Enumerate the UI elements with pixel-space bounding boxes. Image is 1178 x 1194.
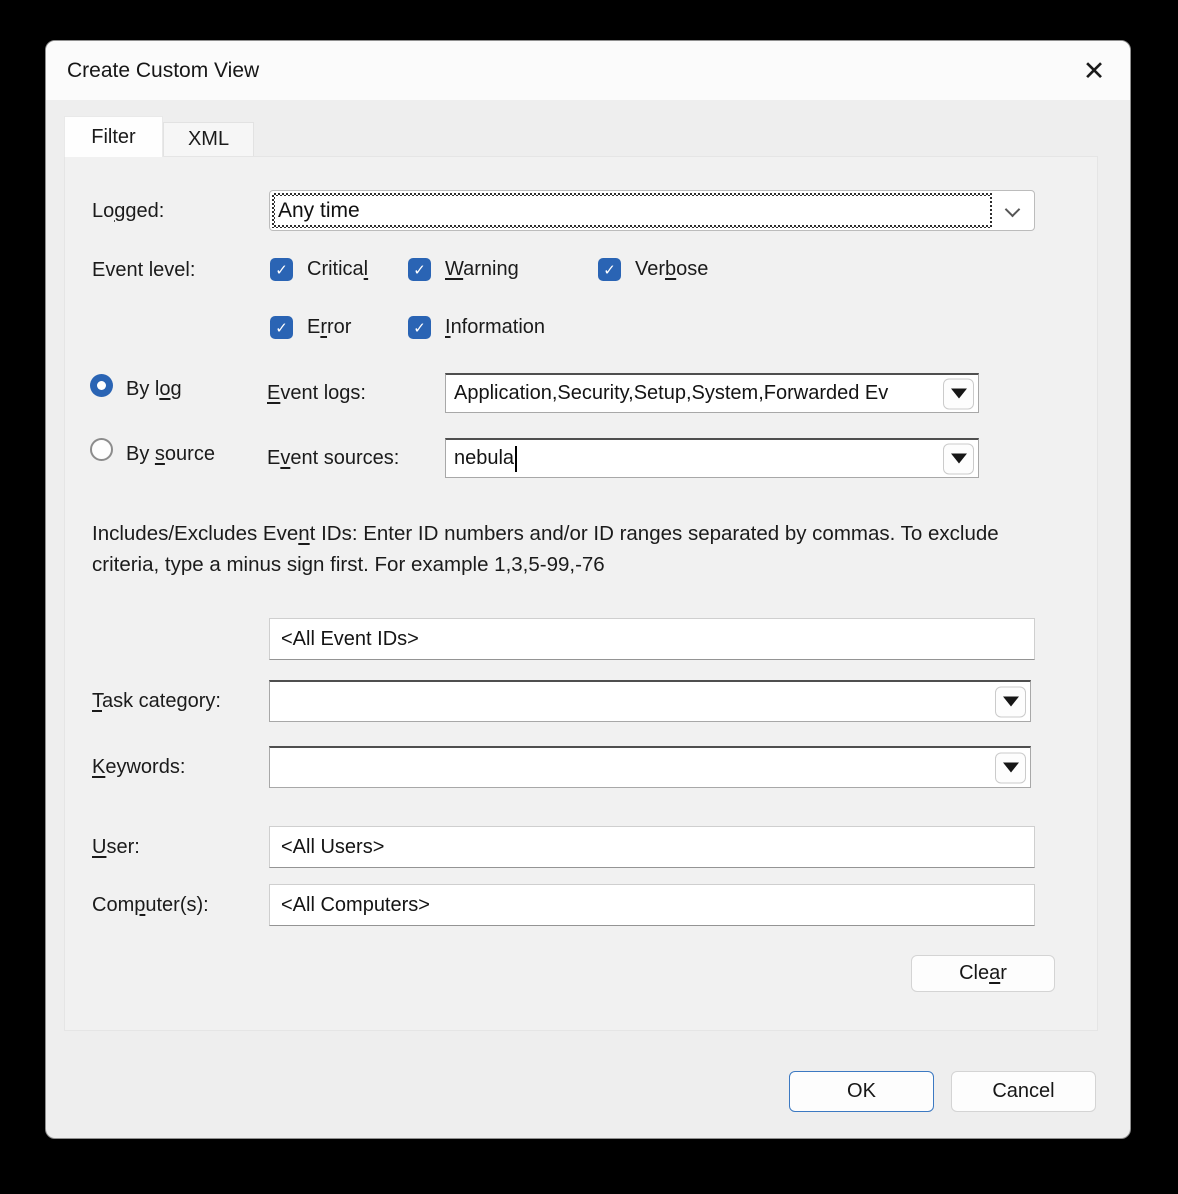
clear-button-label: Clear bbox=[959, 962, 1007, 985]
cancel-button[interactable]: Cancel bbox=[951, 1071, 1096, 1112]
checkbox-checked-icon: ✓ bbox=[408, 258, 431, 281]
computers-label: Computer(s): bbox=[92, 893, 209, 917]
checkbox-checked-icon: ✓ bbox=[408, 316, 431, 339]
logged-value: Any time bbox=[275, 196, 990, 225]
checkbox-checked-icon: ✓ bbox=[270, 258, 293, 281]
user-label: User: bbox=[92, 835, 140, 859]
event-sources-label: Event sources: bbox=[267, 446, 399, 470]
task-category-field[interactable] bbox=[269, 680, 1031, 722]
event-logs-label: Event logs: bbox=[267, 381, 366, 405]
checkbox-warning[interactable]: ✓ Warning bbox=[408, 258, 519, 281]
ok-button-label: OK bbox=[847, 1080, 876, 1103]
titlebar: Create Custom View ✕ bbox=[46, 41, 1130, 100]
event-logs-value: Application,Security,Setup,System,Forwar… bbox=[454, 382, 888, 405]
close-icon[interactable]: ✕ bbox=[1072, 49, 1116, 93]
dropdown-arrow-icon bbox=[1003, 763, 1019, 773]
radio-selected-dot bbox=[97, 381, 106, 390]
event-sources-value: nebula bbox=[454, 447, 514, 470]
radio-by-source[interactable] bbox=[90, 438, 113, 461]
task-category-dropdown-button[interactable] bbox=[995, 686, 1026, 717]
tab-xml-label: XML bbox=[188, 128, 229, 151]
keywords-dropdown-button[interactable] bbox=[995, 752, 1026, 783]
checkbox-checked-icon: ✓ bbox=[598, 258, 621, 281]
by-log-label: By log bbox=[126, 377, 182, 401]
checkbox-information-label: Information bbox=[445, 316, 545, 339]
event-ids-value: <All Event IDs> bbox=[281, 628, 419, 651]
computers-value: <All Computers> bbox=[281, 894, 430, 917]
user-value: <All Users> bbox=[281, 836, 384, 859]
computers-field[interactable]: <All Computers> bbox=[269, 884, 1035, 926]
ok-button[interactable]: OK bbox=[789, 1071, 934, 1112]
logged-label: Logged: bbox=[92, 199, 164, 223]
user-field[interactable]: <All Users> bbox=[269, 826, 1035, 868]
tab-filter[interactable]: Filter bbox=[64, 116, 163, 157]
text-caret bbox=[515, 446, 517, 472]
event-logs-field[interactable]: Application,Security,Setup,System,Forwar… bbox=[445, 373, 979, 413]
event-level-label: Event level: bbox=[92, 258, 195, 282]
create-custom-view-dialog: Create Custom View ✕ Filter XML Logged: … bbox=[45, 40, 1131, 1139]
logged-combobox[interactable]: Any time bbox=[269, 190, 1035, 231]
dialog-title: Create Custom View bbox=[67, 59, 259, 83]
checkbox-error-label: Error bbox=[307, 316, 351, 339]
clear-button[interactable]: Clear bbox=[911, 955, 1055, 992]
includes-excludes-note: Includes/Excludes Event IDs: Enter ID nu… bbox=[92, 518, 1042, 580]
by-source-label: By source bbox=[126, 442, 215, 466]
dropdown-arrow-icon bbox=[951, 454, 967, 464]
event-logs-dropdown-button[interactable] bbox=[943, 378, 974, 409]
dropdown-arrow-icon bbox=[951, 389, 967, 399]
event-ids-field[interactable]: <All Event IDs> bbox=[269, 618, 1035, 660]
checkbox-verbose[interactable]: ✓ Verbose bbox=[598, 258, 708, 281]
checkbox-critical-label: Critical bbox=[307, 258, 368, 281]
chevron-down-icon bbox=[1005, 202, 1021, 218]
keywords-label: Keywords: bbox=[92, 755, 185, 779]
filter-tab-panel: Logged: Any time Event level: ✓ Critical… bbox=[64, 156, 1098, 1031]
event-sources-field[interactable]: nebula bbox=[445, 438, 979, 478]
dropdown-arrow-icon bbox=[1003, 697, 1019, 707]
task-category-label: Task category: bbox=[92, 689, 221, 713]
cancel-button-label: Cancel bbox=[992, 1080, 1054, 1103]
keywords-field[interactable] bbox=[269, 746, 1031, 788]
checkbox-warning-label: Warning bbox=[445, 258, 519, 281]
radio-by-log[interactable] bbox=[90, 374, 113, 397]
checkbox-information[interactable]: ✓ Information bbox=[408, 316, 545, 339]
tab-filter-label: Filter bbox=[91, 126, 135, 149]
tab-xml[interactable]: XML bbox=[163, 122, 254, 156]
checkbox-verbose-label: Verbose bbox=[635, 258, 708, 281]
checkbox-error[interactable]: ✓ Error bbox=[270, 316, 351, 339]
event-sources-dropdown-button[interactable] bbox=[943, 443, 974, 474]
checkbox-critical[interactable]: ✓ Critical bbox=[270, 258, 368, 281]
checkbox-checked-icon: ✓ bbox=[270, 316, 293, 339]
